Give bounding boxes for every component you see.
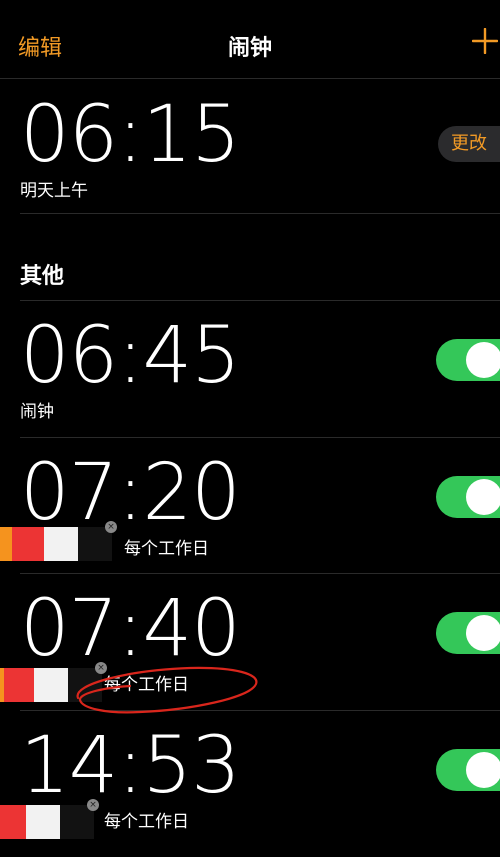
alarm-toggle[interactable] — [436, 476, 500, 518]
alarm-toggle[interactable] — [436, 612, 500, 654]
alarm-label: 闹钟 — [20, 402, 54, 422]
alarm-time: 07:20 — [20, 448, 241, 538]
overlay-sticker: × — [0, 799, 99, 839]
toggle-knob — [466, 342, 500, 378]
close-icon: × — [95, 662, 107, 674]
overlay-sticker: × — [0, 662, 107, 702]
sleep-alarm-subtitle: 明天上午 — [20, 181, 88, 201]
alarm-time: 07:40 — [20, 584, 241, 674]
toggle-knob — [466, 479, 500, 515]
page-title: 闹钟 — [227, 36, 272, 61]
alarm-label: 每个工作日 — [104, 812, 189, 832]
alarm-label: 每个工作日 — [124, 539, 209, 559]
section-header-other: 其他 — [20, 264, 65, 289]
sleep-alarm-row: 06:15 明天上午 更改 — [20, 78, 500, 214]
alarm-row[interactable]: 06:45 闹钟 — [20, 300, 500, 437]
close-icon: × — [105, 521, 117, 533]
plus-icon[interactable] — [472, 28, 498, 54]
navigation-bar: 编辑 闹钟 — [0, 0, 500, 79]
alarm-label: 每个工作日 — [104, 675, 189, 695]
alarm-time: 14:53 — [20, 721, 241, 811]
alarm-toggle[interactable] — [436, 749, 500, 791]
toggle-knob — [466, 615, 500, 651]
toggle-knob — [466, 752, 500, 788]
alarm-time: 06:45 — [20, 311, 241, 401]
overlay-sticker: × — [0, 521, 117, 561]
change-button[interactable]: 更改 — [438, 126, 500, 162]
sleep-alarm-time: 06:15 — [20, 90, 241, 180]
alarm-toggle[interactable] — [436, 339, 500, 381]
close-icon: × — [87, 799, 99, 811]
